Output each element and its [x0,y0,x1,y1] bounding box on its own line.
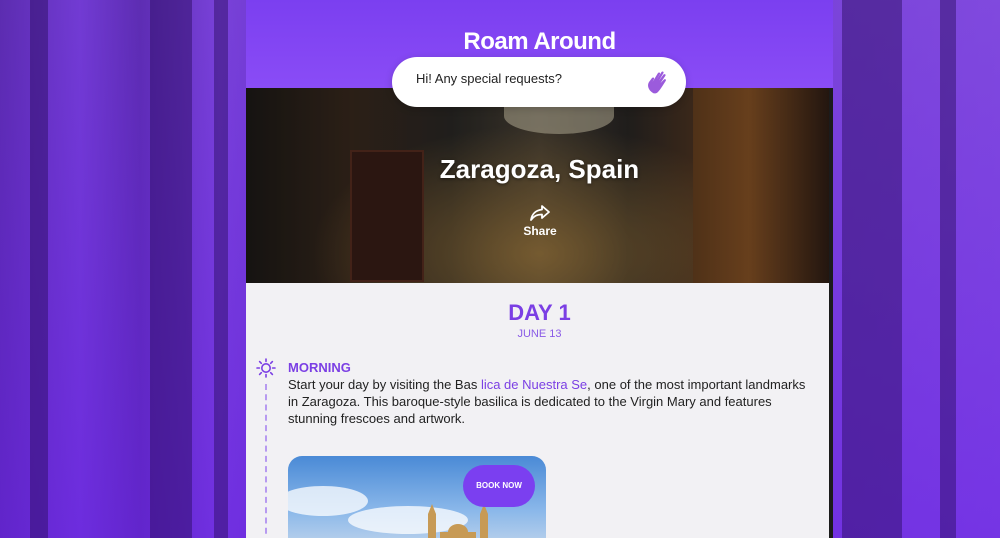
background-tree [214,0,228,538]
day-heading: DAY 1 [508,300,571,325]
timeline-line [265,384,267,538]
share-icon [530,205,550,221]
special-requests-input[interactable] [416,71,636,86]
app-title: Roam Around [463,28,616,55]
itinerary-panel: Roam Around Zaragoza, Spain Share DAY 1 … [246,0,833,538]
background-tree [30,0,48,538]
activity-description: Start your day by visiting the Bas lica … [288,377,806,426]
basilica-image [428,504,488,538]
share-button[interactable]: Share [510,204,570,238]
chat-bar [392,57,686,107]
city-title: Zaragoza, Spain [439,154,640,184]
basilica-link[interactable]: lica de Nuestra Se [481,377,587,392]
period-heading: MORNING [288,360,351,375]
background-tree [940,0,956,538]
book-now-button[interactable]: BOOK NOW [463,465,535,507]
sun-icon [256,358,276,378]
share-label: Share [523,224,557,238]
waving-hand-icon[interactable] [644,68,672,96]
activity-card[interactable]: BOOK NOW [288,456,546,538]
scrollbar[interactable] [829,88,833,538]
city-hero-image: Zaragoza, Spain Share [246,88,833,283]
background-tree [150,0,192,538]
day-date: JUNE 13 [517,328,562,340]
background-tree [842,0,902,538]
